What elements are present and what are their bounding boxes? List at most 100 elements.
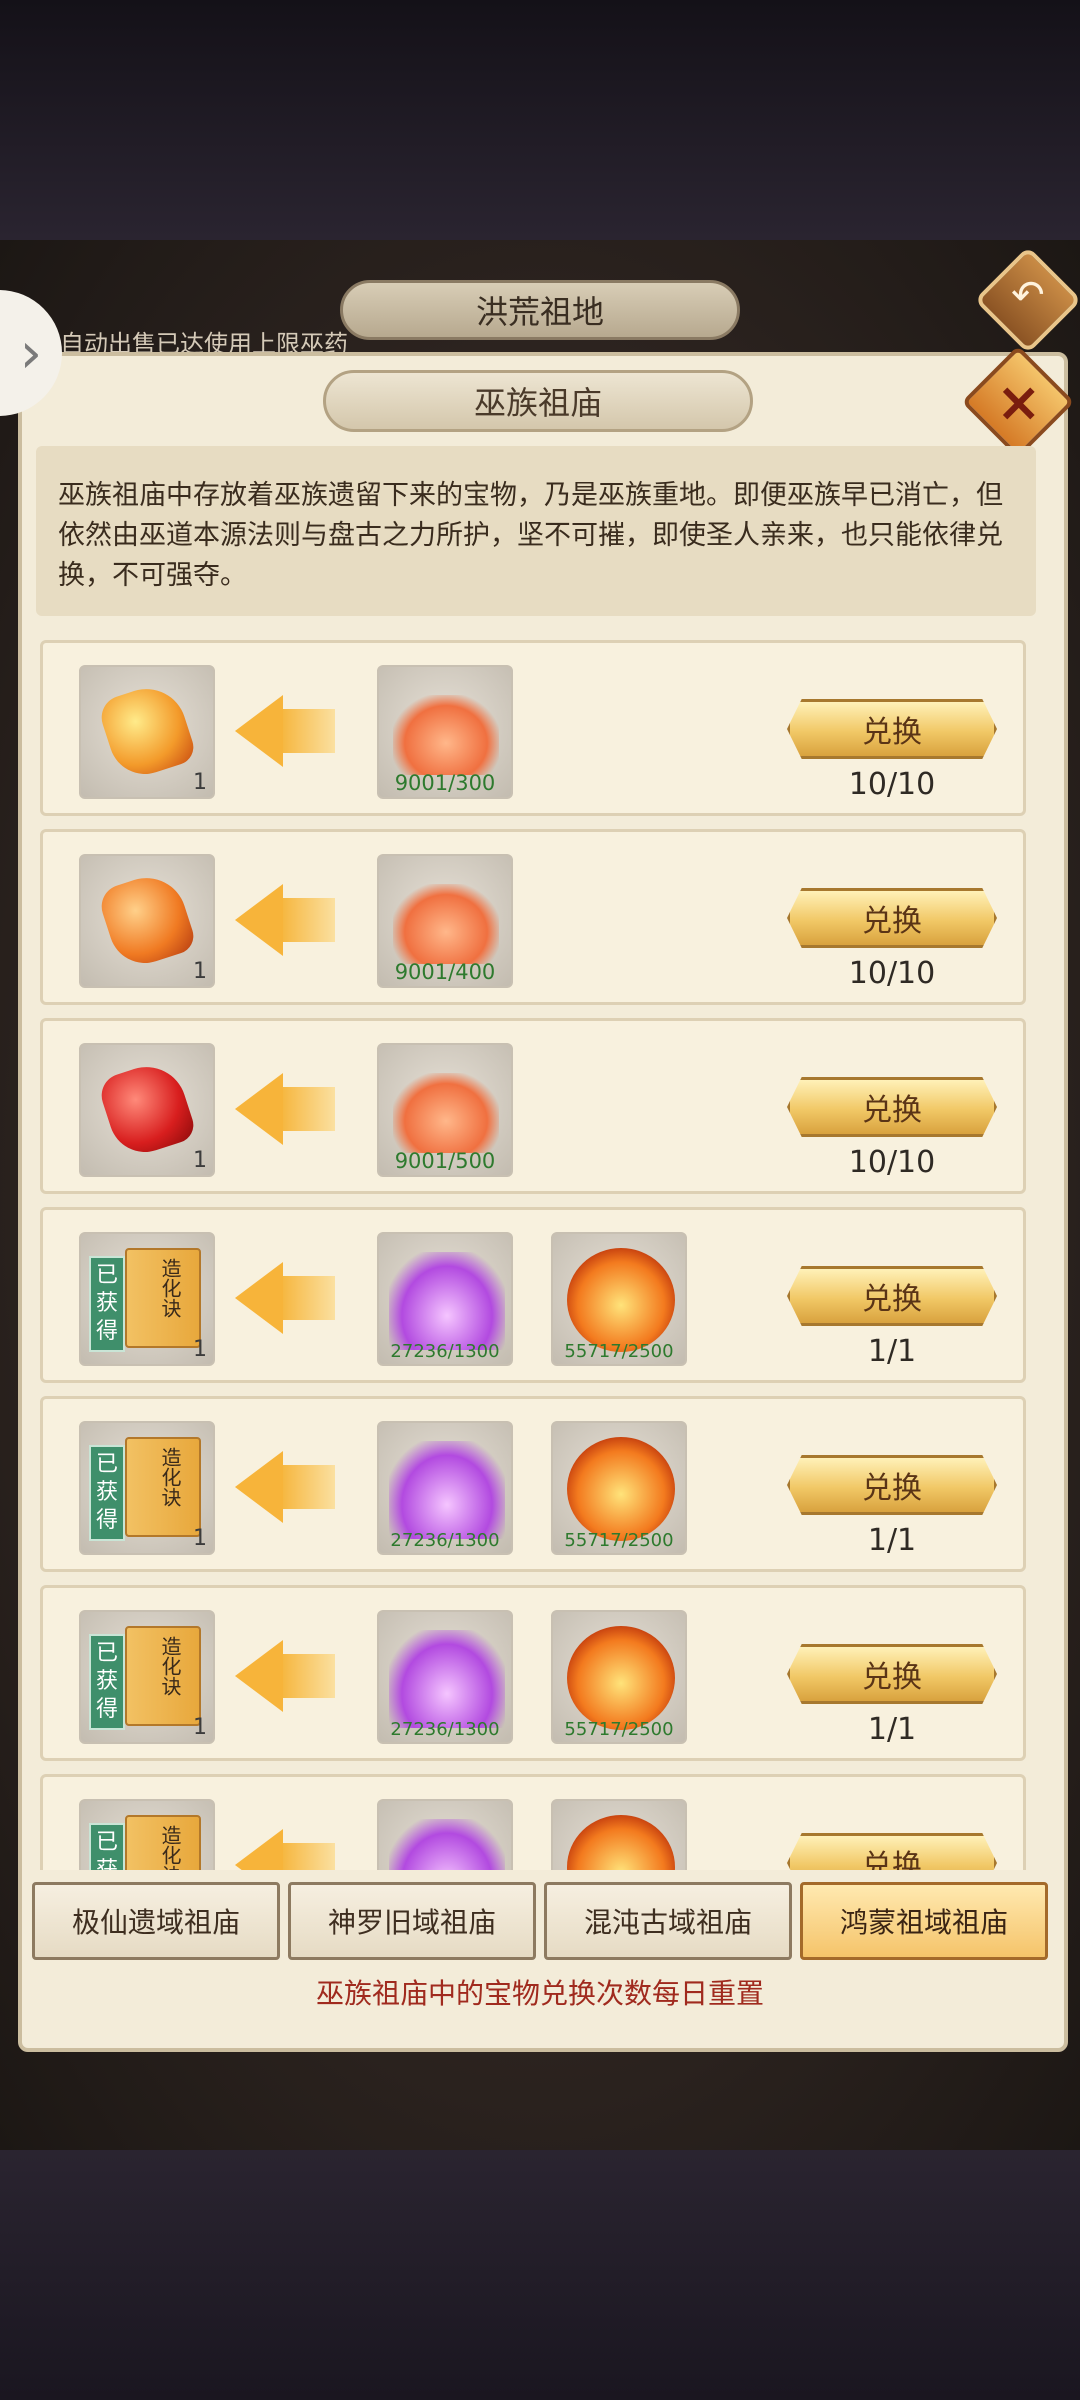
orange-gem-icon <box>95 867 199 973</box>
reward-slot[interactable]: 1 <box>79 665 215 799</box>
red-cloud-icon <box>393 884 499 964</box>
cost-quantity: 9001/300 <box>394 771 496 795</box>
tab-temple-1[interactable]: 极仙遗域祖庙 <box>32 1882 280 1960</box>
golden-gem-icon <box>95 678 199 784</box>
fire-orb-icon <box>567 1626 675 1730</box>
description-box: 巫族祖庙中存放着巫族遗留下来的宝物，乃是巫族重地。即便巫族早已消亡，但依然由巫道… <box>36 446 1036 616</box>
cost-slot[interactable]: 55717/2500 <box>551 1232 687 1366</box>
cost-quantity: 27236/1300 <box>390 1719 500 1740</box>
reward-slot[interactable]: 1 <box>79 854 215 988</box>
cost-quantity: 9001/500 <box>394 1149 496 1173</box>
exchange-button[interactable]: 兑换 <box>787 1266 997 1326</box>
cost-quantity: 9001/400 <box>394 960 496 984</box>
tab-temple-4[interactable]: 鸿蒙祖域祖庙 <box>800 1882 1048 1960</box>
bottom-backdrop <box>0 2150 1080 2400</box>
cost-slot[interactable]: 27236/1300 <box>377 1232 513 1366</box>
cost-slot[interactable]: 27236/1300 <box>377 1610 513 1744</box>
exchange-list[interactable]: 1 9001/300 兑换 10/10 1 9001/400 兑换 10/10 1 9001/50… <box>40 640 1026 1870</box>
cost-quantity: 27236/1300 <box>390 1341 500 1362</box>
reward-slot[interactable]: 造化诀 已获得 1 <box>79 1421 215 1555</box>
exchange-limit: 10/10 <box>848 956 936 991</box>
exchange-limit: 10/10 <box>848 1145 936 1180</box>
description-text: 巫族祖庙中存放着巫族遗留下来的宝物，乃是巫族重地。即便巫族早已消亡，但依然由巫道… <box>58 480 1003 591</box>
cost-slot[interactable]: 9001/500 <box>377 1043 513 1177</box>
exchange-limit: 10/10 <box>848 767 936 802</box>
panel-title-banner: 巫族祖庙 <box>323 370 753 432</box>
scroll-book-icon: 造化诀 <box>125 1815 201 1870</box>
panel-title: 巫族祖庙 <box>473 384 602 422</box>
cost-quantity: 55717/2500 <box>564 1341 674 1362</box>
left-arrow-icon <box>235 1262 335 1334</box>
fire-orb-icon <box>567 1815 675 1870</box>
obtained-badge: 已获得 <box>89 1634 125 1730</box>
exchange-limit: 1/1 <box>867 1334 917 1369</box>
obtained-badge: 已获得 <box>89 1256 125 1352</box>
exchange-row: 造化诀 已获得 兑换 <box>40 1774 1026 1870</box>
exchange-row: 造化诀 已获得 1 27236/1300 55717/2500 兑换 1/1 <box>40 1207 1026 1383</box>
scroll-book-icon: 造化诀 <box>125 1248 201 1348</box>
reward-slot[interactable]: 造化诀 已获得 <box>79 1799 215 1870</box>
reward-slot[interactable]: 造化诀 已获得 1 <box>79 1232 215 1366</box>
outer-title: 洪荒祖地 <box>475 293 604 331</box>
cost-slot[interactable]: 55717/2500 <box>551 1421 687 1555</box>
left-arrow-icon <box>235 695 335 767</box>
cost-quantity: 55717/2500 <box>564 1530 674 1551</box>
exchange-row: 1 9001/400 兑换 10/10 <box>40 829 1026 1005</box>
cost-slot[interactable] <box>551 1799 687 1870</box>
exchange-row: 造化诀 已获得 1 27236/1300 55717/2500 兑换 1/1 <box>40 1396 1026 1572</box>
exchange-limit: 1/1 <box>867 1712 917 1747</box>
purple-aura-icon <box>389 1819 505 1870</box>
top-backdrop <box>0 0 1080 240</box>
book-title: 造化诀 <box>158 1825 182 1870</box>
cost-slot[interactable]: 9001/300 <box>377 665 513 799</box>
reward-count: 1 <box>193 1337 207 1362</box>
outer-title-banner: 洪荒祖地 <box>340 280 740 340</box>
temple-tabs: 极仙遗域祖庙 神罗旧域祖庙 混沌古域祖庙 鸿蒙祖域祖庙 <box>32 1882 1052 1960</box>
obtained-badge: 已获得 <box>89 1445 125 1541</box>
exchange-row: 1 9001/500 兑换 10/10 <box>40 1018 1026 1194</box>
exchange-button[interactable]: 兑换 <box>787 1455 997 1515</box>
cost-slot[interactable]: 55717/2500 <box>551 1610 687 1744</box>
obtained-badge: 已获得 <box>89 1823 125 1870</box>
cost-quantity: 55717/2500 <box>564 1719 674 1740</box>
red-cloud-icon <box>393 695 499 775</box>
fire-orb-icon <box>567 1248 675 1352</box>
left-arrow-icon <box>235 884 335 956</box>
reward-slot[interactable]: 1 <box>79 1043 215 1177</box>
reward-count: 1 <box>193 1526 207 1551</box>
reward-count: 1 <box>193 1148 207 1173</box>
tab-temple-2[interactable]: 神罗旧域祖庙 <box>288 1882 536 1960</box>
exchange-row: 造化诀 已获得 1 27236/1300 55717/2500 兑换 1/1 <box>40 1585 1026 1761</box>
exchange-limit: 1/1 <box>867 1523 917 1558</box>
reward-slot[interactable]: 造化诀 已获得 1 <box>79 1610 215 1744</box>
cost-quantity: 27236/1300 <box>390 1530 500 1551</box>
exchange-button[interactable]: 兑换 <box>787 1833 997 1870</box>
scroll-book-icon: 造化诀 <box>125 1626 201 1726</box>
fire-orb-icon <box>567 1437 675 1541</box>
exchange-row: 1 9001/300 兑换 10/10 <box>40 640 1026 816</box>
book-title: 造化诀 <box>158 1447 182 1507</box>
close-icon: × <box>996 370 1042 434</box>
red-cloud-icon <box>393 1073 499 1153</box>
left-arrow-icon <box>235 1829 335 1870</box>
exchange-button[interactable]: 兑换 <box>787 1077 997 1137</box>
left-arrow-icon <box>235 1640 335 1712</box>
scroll-book-icon: 造化诀 <box>125 1437 201 1537</box>
exchange-button[interactable]: 兑换 <box>787 699 997 759</box>
left-arrow-icon <box>235 1451 335 1523</box>
left-arrow-icon <box>235 1073 335 1145</box>
red-gem-icon <box>95 1056 199 1162</box>
cost-slot[interactable]: 9001/400 <box>377 854 513 988</box>
exchange-button[interactable]: 兑换 <box>787 888 997 948</box>
cost-slot[interactable]: 27236/1300 <box>377 1421 513 1555</box>
back-arrow-icon: ↶ <box>1011 272 1045 319</box>
exchange-button[interactable]: 兑换 <box>787 1644 997 1704</box>
cost-slot[interactable] <box>377 1799 513 1870</box>
reset-notice: 巫族祖庙中的宝物兑换次数每日重置 <box>315 1977 764 2010</box>
purple-aura-icon <box>389 1252 505 1350</box>
chevron-right-icon: › <box>19 320 43 386</box>
purple-aura-icon <box>389 1441 505 1539</box>
tab-temple-3[interactable]: 混沌古域祖庙 <box>544 1882 792 1960</box>
reward-count: 1 <box>193 1715 207 1740</box>
reward-count: 1 <box>193 959 207 984</box>
